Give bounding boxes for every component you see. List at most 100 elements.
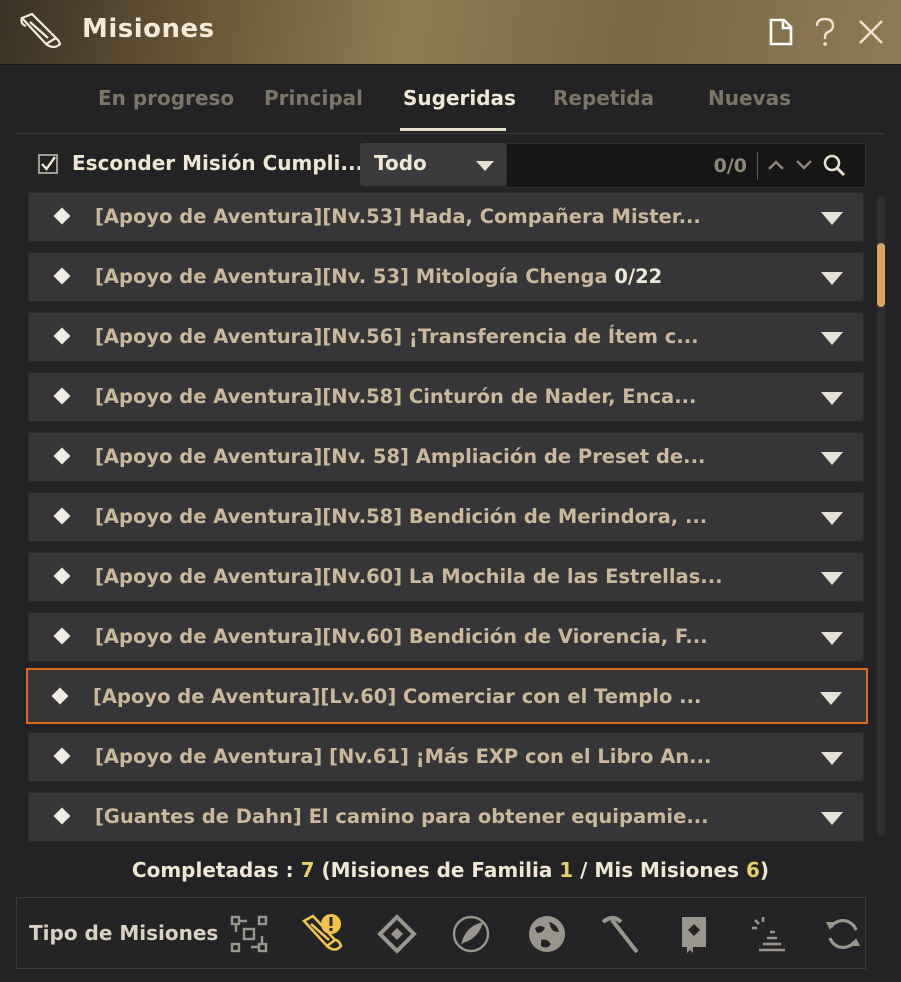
tab-bar: En progreso Principal Sugeridas Repetida… [0, 66, 901, 132]
quest-row[interactable]: [Apoyo de Aventura][Nv.60] Bendición de … [28, 612, 864, 662]
hide-completed-checkbox[interactable] [38, 154, 58, 174]
quest-title: [Guantes de Dahn] El camino para obtener… [95, 805, 709, 828]
quest-row[interactable]: [Apoyo de Aventura][Nv.58] Cinturón de N… [28, 372, 864, 422]
close-button[interactable] [854, 14, 888, 50]
quest-type-feather[interactable] [449, 912, 493, 956]
expand-arrow-icon[interactable] [821, 812, 843, 825]
expand-arrow-icon[interactable] [821, 752, 843, 765]
quest-title: [Apoyo de Aventura][Nv.58] Cinturón de N… [95, 385, 697, 408]
quest-row[interactable]: [Apoyo de Aventura][Nv. 53] Mitología Ch… [28, 252, 864, 302]
search-input[interactable] [515, 150, 709, 182]
chevron-down-icon [476, 161, 494, 171]
search-button[interactable] [821, 150, 847, 180]
refresh-icon [826, 918, 860, 950]
expand-arrow-icon[interactable] [821, 332, 843, 345]
quest-type-globe[interactable] [525, 912, 569, 956]
quest-row[interactable]: [Apoyo de Aventura] [Nv.61] ¡Más EXP con… [28, 732, 864, 782]
diamond-rune-icon [377, 914, 417, 954]
quest-title: [Apoyo de Aventura][Nv.53] Hada, Compañe… [95, 205, 701, 228]
expand-arrow-icon[interactable] [821, 392, 843, 405]
sparkle-cone-icon [752, 917, 785, 952]
diamond-bullet-icon [53, 207, 71, 225]
diamond-bullet-icon [53, 807, 71, 825]
diamond-bullet-icon [53, 567, 71, 585]
title-bar[interactable]: Misiones [0, 0, 901, 65]
quest-type-rune[interactable] [375, 912, 419, 956]
quest-title: [Apoyo de Aventura][Lv.60] Comerciar con… [93, 685, 702, 708]
quest-row[interactable]: [Apoyo de Aventura][Nv. 58] Ampliación d… [28, 432, 864, 482]
quest-row-selected[interactable]: [Apoyo de Aventura][Lv.60] Comerciar con… [26, 668, 868, 724]
tab-principal[interactable]: Principal [264, 86, 363, 110]
diamond-bullet-icon [53, 627, 71, 645]
diamond-bullet-icon [53, 267, 71, 285]
dropdown-value: Todo [374, 151, 427, 175]
feather-icon [452, 915, 490, 953]
quest-window: Misiones En progreso Principal Sugeridas… [0, 0, 901, 982]
expand-arrow-icon[interactable] [821, 572, 843, 585]
expand-arrow-icon[interactable] [821, 632, 843, 645]
tab-repetida[interactable]: Repetida [553, 86, 654, 110]
search-next-button[interactable] [791, 150, 817, 180]
pickaxe-icon [601, 916, 639, 954]
quest-title: [Apoyo de Aventura][Nv.58] Bendición de … [95, 505, 708, 528]
diamond-bullet-icon [53, 507, 71, 525]
diamond-bullet-icon [53, 747, 71, 765]
tab-sugeridas[interactable]: Sugeridas [403, 86, 516, 110]
help-button[interactable] [808, 14, 842, 50]
help-icon [815, 17, 835, 46]
scrollbar-thumb[interactable] [877, 243, 885, 307]
hide-completed-label[interactable]: Esconder Misión Cumpli... [72, 151, 363, 175]
completed-summary: Completadas : 7 (Misiones de Familia 1 /… [131, 858, 770, 882]
quest-progress: 0/22 [614, 265, 663, 288]
active-tab-indicator [400, 128, 506, 131]
diamond-bullet-icon [53, 387, 71, 405]
quest-type-label: Tipo de Misiones [29, 921, 219, 945]
quest-title: [Apoyo de Aventura][Nv.60] Bendición de … [95, 625, 708, 648]
divider [757, 152, 758, 180]
window-title: Misiones [82, 14, 215, 44]
quest-scroll-icon [20, 12, 62, 49]
quest-row[interactable]: [Guantes de Dahn] El camino para obtener… [28, 792, 864, 842]
quest-type-sparkle[interactable] [747, 912, 791, 956]
expand-arrow-icon[interactable] [820, 692, 842, 705]
search-result-counter: 0/0 [713, 155, 747, 177]
expand-arrow-icon[interactable] [821, 512, 843, 525]
quest-title: [Apoyo de Aventura][Nv.56] ¡Transferenci… [95, 325, 699, 348]
book-icon [682, 917, 706, 953]
quest-title: [Apoyo de Aventura][Nv.60] La Mochila de… [95, 565, 723, 588]
filter-bar: Esconder Misión Cumpli... Todo 0/0 [16, 136, 884, 192]
quest-type-pickaxe[interactable] [599, 912, 643, 956]
quest-title: [Apoyo de Aventura] [Nv.61] ¡Más EXP con… [95, 745, 712, 768]
quest-type-refresh[interactable] [821, 912, 865, 956]
quest-type-bar: Tipo de Misiones [16, 897, 866, 969]
quest-list: [Apoyo de Aventura][Nv.53] Hada, Compañe… [16, 192, 872, 848]
expand-arrow-icon[interactable] [821, 272, 843, 285]
chevron-down-icon [796, 160, 812, 170]
quest-type-scroll-active[interactable] [301, 912, 345, 956]
chevron-up-icon [768, 160, 784, 170]
diamond-bullet-icon [53, 327, 71, 345]
diamond-bullet-icon [51, 687, 69, 705]
diamond-bullet-icon [53, 447, 71, 465]
search-prev-button[interactable] [763, 150, 789, 180]
globe-icon [529, 916, 565, 952]
quest-scroll-alert-icon [301, 914, 343, 951]
quest-filter-dropdown[interactable]: Todo [360, 143, 506, 186]
quest-row[interactable]: [Apoyo de Aventura][Nv.56] ¡Transferenci… [28, 312, 864, 362]
document-button[interactable] [764, 14, 798, 50]
quest-title: [Apoyo de Aventura][Nv. 58] Ampliación d… [95, 445, 706, 468]
quest-row[interactable]: [Apoyo de Aventura][Nv.58] Bendición de … [28, 492, 864, 542]
quest-type-nodes[interactable] [227, 912, 271, 956]
quest-row[interactable]: [Apoyo de Aventura][Nv.60] La Mochila de… [28, 552, 864, 602]
tab-nuevas[interactable]: Nuevas [708, 86, 791, 110]
tab-en-progreso[interactable]: En progreso [98, 86, 234, 110]
quest-title: [Apoyo de Aventura][Nv. 53] Mitología Ch… [95, 265, 663, 288]
search-icon [823, 154, 846, 177]
expand-arrow-icon[interactable] [821, 212, 843, 225]
quest-row[interactable]: [Apoyo de Aventura][Nv.53] Hada, Compañe… [28, 192, 864, 242]
tabs-divider [16, 133, 884, 134]
expand-arrow-icon[interactable] [821, 452, 843, 465]
close-icon [859, 20, 883, 44]
document-icon [769, 18, 793, 46]
quest-type-book[interactable] [673, 912, 717, 956]
